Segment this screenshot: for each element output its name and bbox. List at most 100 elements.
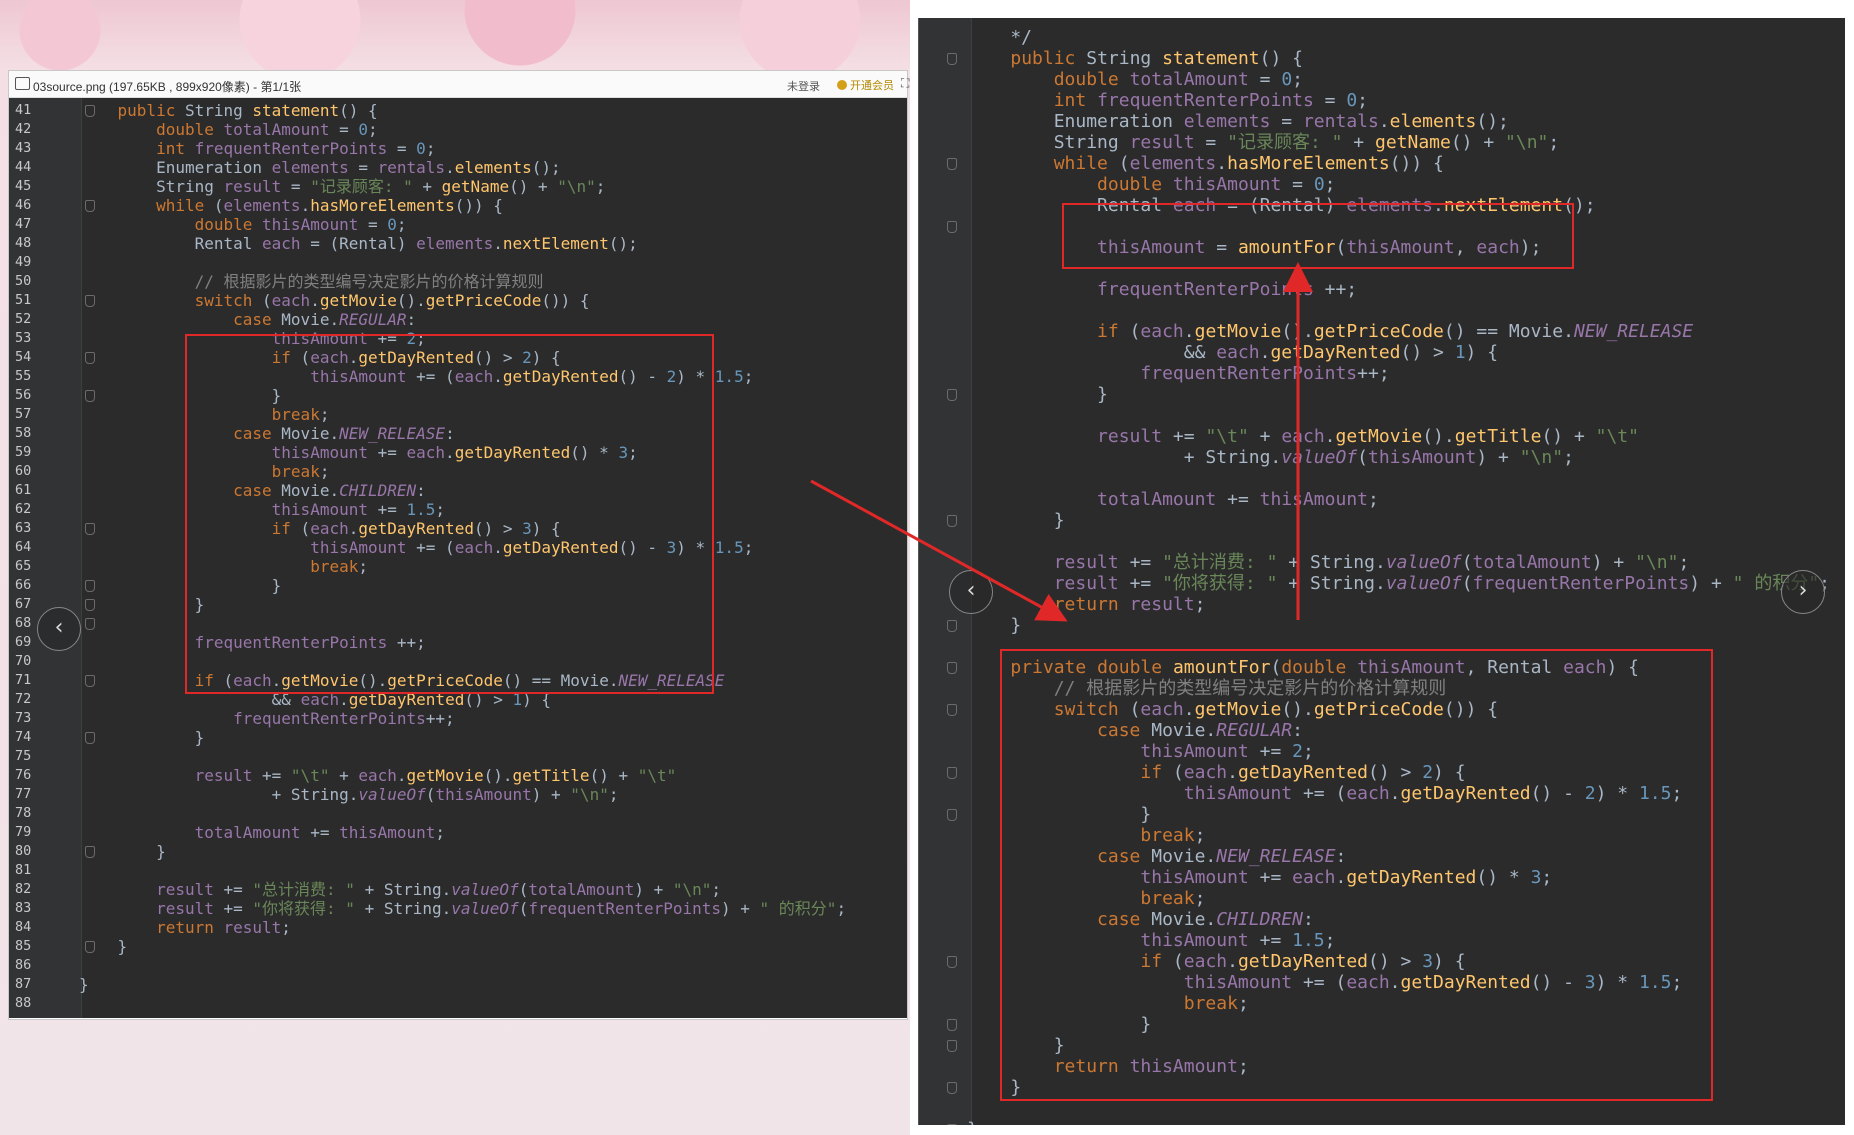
left-line-number: 76 <box>15 767 32 783</box>
right-code-line: result += "你将获得: " + String.valueOf(freq… <box>1053 573 1830 594</box>
fold-marker-icon[interactable] <box>947 53 957 65</box>
left-line-number: 87 <box>15 976 32 992</box>
left-code-line: Enumeration elements = rentals.elements(… <box>79 158 561 177</box>
left-code-line: while (elements.hasMoreElements()) { <box>156 196 503 215</box>
right-code-line: } <box>967 615 1022 636</box>
left-line-number: 52 <box>15 311 32 327</box>
left-line-number: 58 <box>15 425 32 441</box>
login-link[interactable]: 未登录 <box>787 78 820 94</box>
viewer-titlebar: 03source.png (197.65KB , 899x920像素) - 第1… <box>9 71 909 98</box>
left-line-number: 41 <box>15 102 32 118</box>
left-code-line: result += "总计消费: " + String.valueOf(tota… <box>156 880 722 899</box>
left-line-number: 72 <box>15 691 32 707</box>
left-line-number: 88 <box>15 995 32 1011</box>
left-switch-highlight-box <box>185 334 714 694</box>
left-line-number: 74 <box>15 729 32 745</box>
left-line-number: 54 <box>15 349 32 365</box>
left-line-number: 63 <box>15 520 32 536</box>
fold-marker-icon[interactable] <box>947 809 957 821</box>
prev-image-button[interactable]: ‹ <box>37 607 81 651</box>
left-line-number: 66 <box>15 577 32 593</box>
right-code-line: while (elements.hasMoreElements()) { <box>1053 153 1444 174</box>
right-code-line: */ <box>967 27 1033 48</box>
fold-marker-icon[interactable] <box>947 1040 957 1052</box>
right-code-line: frequentRenterPoints++; <box>1140 363 1390 384</box>
prev-image-button-right[interactable]: ‹ <box>949 570 993 614</box>
left-line-number: 78 <box>15 805 32 821</box>
next-image-button[interactable]: › <box>1781 570 1825 614</box>
right-code-line: } <box>967 384 1108 405</box>
fold-marker-icon[interactable] <box>85 618 95 630</box>
left-line-number: 57 <box>15 406 32 422</box>
left-line-number: 42 <box>15 121 32 137</box>
left-code-line: } <box>79 937 128 956</box>
left-line-number: 64 <box>15 539 32 555</box>
left-line-number: 80 <box>15 843 32 859</box>
left-code-line: result += "你将获得: " + String.valueOf(freq… <box>156 899 847 918</box>
left-line-number: 43 <box>15 140 32 156</box>
left-line-number: 65 <box>15 558 32 574</box>
left-code-line: totalAmount += thisAmount; <box>194 823 446 842</box>
fold-marker-icon[interactable] <box>947 221 957 233</box>
fold-marker-icon[interactable] <box>947 767 957 779</box>
fold-marker-icon[interactable] <box>947 704 957 716</box>
vip-label: 开通会员 <box>850 80 894 92</box>
left-line-number: 82 <box>15 881 32 897</box>
left-code-line: case Movie.REGULAR: <box>233 310 417 329</box>
right-code-line: String result = "记录顾客: " + getName() + "… <box>967 132 1560 153</box>
left-line-number: 55 <box>15 368 32 384</box>
left-line-number: 61 <box>15 482 32 498</box>
left-code-line: } <box>79 842 166 861</box>
left-line-number: 83 <box>15 900 32 916</box>
left-code-line: return result; <box>156 918 291 937</box>
image-icon <box>15 77 30 90</box>
fold-marker-icon[interactable] <box>947 620 957 632</box>
left-line-number: 45 <box>15 178 32 194</box>
left-line-number: 48 <box>15 235 32 251</box>
fold-marker-icon[interactable] <box>947 1082 957 1094</box>
right-code-line: int frequentRenterPoints = 0; <box>1053 90 1369 111</box>
right-code-line: frequentRenterPoints ++; <box>1097 279 1358 300</box>
left-code-line: int frequentRenterPoints = 0; <box>156 139 436 158</box>
left-code-line: result += "\t" + each.getMovie().getTitl… <box>194 766 677 785</box>
left-line-number: 44 <box>15 159 32 175</box>
left-code-line: public String statement() { <box>117 101 378 120</box>
left-line-number: 47 <box>15 216 32 232</box>
fold-marker-icon[interactable] <box>947 389 957 401</box>
left-line-number: 86 <box>15 957 32 973</box>
vip-link[interactable]: 开通会员 <box>837 77 894 93</box>
left-line-number: 73 <box>15 710 32 726</box>
left-line-number: 75 <box>15 748 32 764</box>
left-code-line: double thisAmount = 0; <box>194 215 407 234</box>
left-line-number: 50 <box>15 273 32 289</box>
fold-marker-icon[interactable] <box>947 515 957 527</box>
fold-marker-icon[interactable] <box>947 158 957 170</box>
image-viewer-window: 03source.png (197.65KB , 899x920像素) - 第1… <box>8 70 909 1020</box>
right-code-line: result += "\t" + each.getMovie().getTitl… <box>1097 426 1639 447</box>
fullscreen-icon[interactable]: ⛶ <box>901 76 909 91</box>
left-line-number: 85 <box>15 938 32 954</box>
left-line-number: 81 <box>15 862 32 878</box>
right-code-line: public String statement() { <box>1010 48 1303 69</box>
fold-marker-icon[interactable] <box>947 956 957 968</box>
right-call-highlight-box <box>1062 203 1574 269</box>
left-code-line: switch (each.getMovie().getPriceCode()) … <box>194 291 590 310</box>
left-line-number: 68 <box>15 615 32 631</box>
right-code-line: totalAmount += thisAmount; <box>1097 489 1379 510</box>
left-line-number: 84 <box>15 919 32 935</box>
left-line-number: 53 <box>15 330 32 346</box>
viewer-title: 03source.png (197.65KB , 899x920像素) - 第1… <box>33 80 302 94</box>
right-method-highlight-box <box>1000 649 1713 1101</box>
right-code-line: } <box>967 510 1065 531</box>
right-code-line: return result; <box>1053 594 1206 615</box>
left-code-line: + String.valueOf(thisAmount) + "\n"; <box>79 785 619 804</box>
right-code-line: } <box>967 1119 978 1125</box>
left-line-number: 71 <box>15 672 32 688</box>
left-line-number: 49 <box>15 254 32 270</box>
fold-marker-icon[interactable] <box>947 662 957 674</box>
left-code-line: frequentRenterPoints++; <box>233 709 455 728</box>
fold-marker-icon[interactable] <box>947 1124 957 1125</box>
left-code-line: } <box>79 975 89 994</box>
fold-marker-icon[interactable] <box>947 1019 957 1031</box>
left-code-line: // 根据影片的类型编号决定影片的价格计算规则 <box>194 272 544 291</box>
